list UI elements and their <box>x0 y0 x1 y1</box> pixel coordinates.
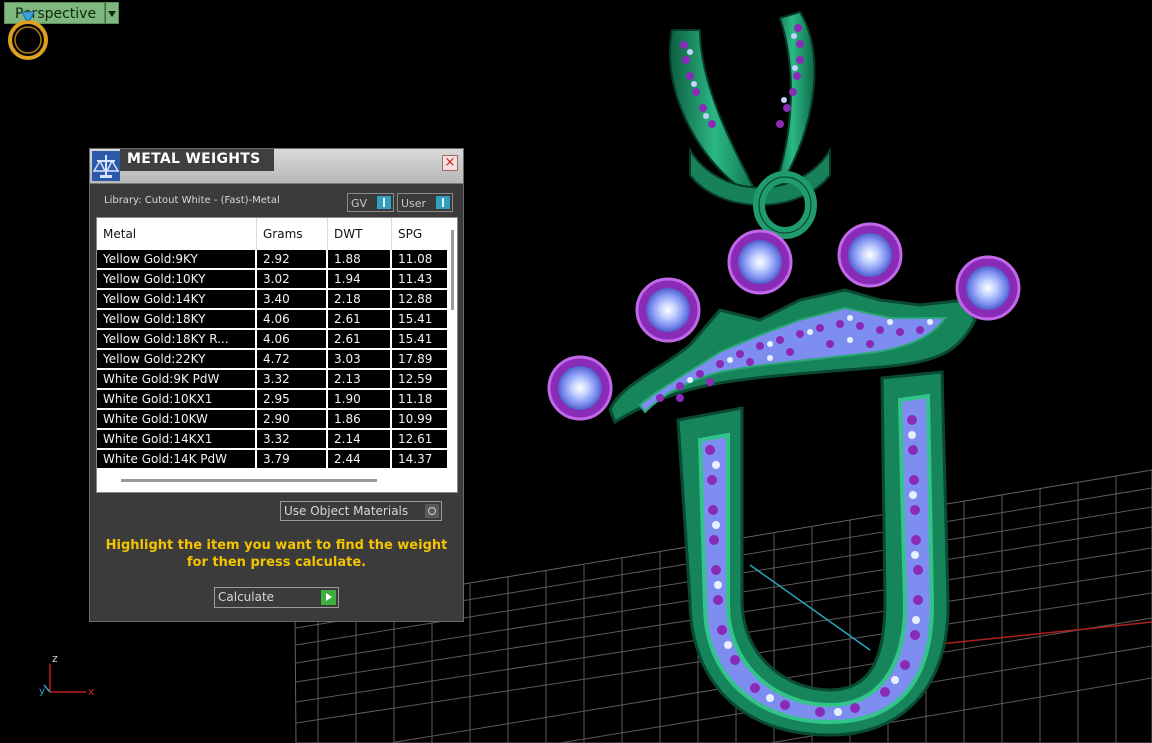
table-row[interactable]: Yellow Gold:18KY R... 4.06 2.61 15.41 <box>97 330 447 348</box>
cell-spg: 11.43 <box>398 272 433 286</box>
cell-dwt: 2.61 <box>328 310 392 328</box>
calculate-button[interactable]: Calculate <box>214 587 339 608</box>
cell-metal: Yellow Gold:22KY <box>97 350 257 368</box>
cell-dwt: 2.61 <box>328 330 392 348</box>
play-arrow-icon[interactable] <box>321 590 336 605</box>
letter-u <box>676 370 950 737</box>
cell-metal: White Gold:10KW <box>97 410 257 428</box>
column-header-spg[interactable]: SPG <box>392 218 447 250</box>
cell-spg: 15.41 <box>398 312 433 326</box>
cell-spg: 11.18 <box>398 392 433 406</box>
user-toggle-switch-icon[interactable] <box>436 196 450 209</box>
calculate-label: Calculate <box>218 590 275 604</box>
cell-metal: Yellow Gold:9KY <box>97 250 257 268</box>
cell-grams: 3.32 <box>257 430 328 448</box>
cell-spg: 10.99 <box>398 412 433 426</box>
user-toggle[interactable]: User <box>397 193 453 212</box>
metal-table[interactable]: Metal Grams DWT SPG Yellow Gold:9KY 2.92 1… <box>96 217 458 493</box>
axis-y-line <box>749 564 871 651</box>
cell-dwt: 2.13 <box>328 370 392 388</box>
vertical-scrollbar[interactable] <box>451 230 454 310</box>
table-row[interactable]: White Gold:14K PdW 3.79 2.44 14.37 <box>97 450 447 468</box>
table-body: Yellow Gold:9KY 2.92 1.88 11.08 Yellow Gold:… <box>97 250 447 470</box>
scale-logo-icon <box>92 151 120 181</box>
cell-spg: 14.37 <box>398 452 433 466</box>
gv-toggle-switch-icon[interactable] <box>377 196 391 209</box>
cell-spg: 12.61 <box>398 432 433 446</box>
cell-metal: White Gold:10KX1 <box>97 390 257 408</box>
cell-metal: White Gold:14KX1 <box>97 430 257 448</box>
cell-dwt: 3.03 <box>328 350 392 368</box>
cell-spg: 17.89 <box>398 352 433 366</box>
cell-dwt: 1.90 <box>328 390 392 408</box>
cell-spg: 12.88 <box>398 292 433 306</box>
table-row[interactable]: Yellow Gold:10KY 3.02 1.94 11.43 <box>97 270 447 288</box>
horizontal-scrollbar[interactable] <box>121 479 377 482</box>
column-header-grams[interactable]: Grams <box>257 218 328 250</box>
cell-grams: 2.90 <box>257 410 328 428</box>
axis-x-label: x <box>88 685 95 698</box>
column-header-metal[interactable]: Metal <box>97 218 257 250</box>
gv-toggle[interactable]: GV <box>347 193 394 212</box>
cell-dwt: 1.86 <box>328 410 392 428</box>
table-row[interactable]: Yellow Gold:14KY 3.40 2.18 12.88 <box>97 290 447 308</box>
cell-metal: Yellow Gold:18KY <box>97 310 257 328</box>
cell-spg: 11.08 <box>398 252 433 266</box>
cell-dwt: 2.18 <box>328 290 392 308</box>
table-row[interactable]: White Gold:14KX1 3.32 2.14 12.61 <box>97 430 447 448</box>
column-header-dwt[interactable]: DWT <box>328 218 392 250</box>
cell-metal: White Gold:9K PdW <box>97 370 257 388</box>
table-row[interactable]: Yellow Gold:18KY 4.06 2.61 15.41 <box>97 310 447 328</box>
table-row[interactable]: Yellow Gold:22KY 4.72 3.03 17.89 <box>97 350 447 368</box>
cell-grams: 3.02 <box>257 270 328 288</box>
cell-spg: 12.59 <box>398 372 433 386</box>
cell-metal: Yellow Gold:10KY <box>97 270 257 288</box>
cell-metal: Yellow Gold:14KY <box>97 290 257 308</box>
table-row[interactable]: White Gold:10KW 2.90 1.86 10.99 <box>97 410 447 428</box>
user-toggle-label: User <box>401 197 427 210</box>
table-row[interactable]: White Gold:10KX1 2.95 1.90 11.18 <box>97 390 447 408</box>
axis-y-label: y <box>39 686 45 697</box>
cell-grams: 4.06 <box>257 310 328 328</box>
cell-dwt: 1.88 <box>328 250 392 268</box>
axis-gizmo: z x y <box>39 652 95 698</box>
use-object-materials-label: Use Object Materials <box>284 504 409 518</box>
cell-grams: 4.72 <box>257 350 328 368</box>
cell-metal: Yellow Gold:18KY R... <box>97 330 257 348</box>
view-dropdown-icon[interactable] <box>105 2 120 24</box>
axis-x-line <box>929 621 1152 646</box>
axis-z-label: z <box>52 652 58 665</box>
pendant-bail <box>668 10 831 206</box>
dialog-title-bar[interactable]: METAL WEIGHTS × <box>90 149 463 184</box>
table-row[interactable]: Yellow Gold:9KY 2.92 1.88 11.08 <box>97 250 447 268</box>
instruction-line-2: for then press calculate. <box>186 555 367 570</box>
close-icon[interactable]: × <box>442 155 458 171</box>
instruction-line-1: Highlight the item you want to find the … <box>105 538 448 553</box>
cell-spg: 15.41 <box>398 332 433 346</box>
cell-grams: 2.95 <box>257 390 328 408</box>
ring-icon[interactable] <box>0 0 56 64</box>
instruction-text: Highlight the item you want to find the … <box>90 537 463 571</box>
dialog-title: METAL WEIGHTS <box>127 151 261 167</box>
gv-toggle-label: GV <box>351 197 368 210</box>
cell-dwt: 2.44 <box>328 450 392 468</box>
cell-grams: 3.40 <box>257 290 328 308</box>
cell-dwt: 1.94 <box>328 270 392 288</box>
cell-grams: 3.32 <box>257 370 328 388</box>
use-object-materials-dropdown[interactable]: Use Object Materials <box>280 501 442 521</box>
cell-dwt: 2.14 <box>328 430 392 448</box>
cell-metal: White Gold:14K PdW <box>97 450 257 468</box>
cell-grams: 4.06 <box>257 330 328 348</box>
library-label: Library: Cutout White - (Fast)-Metal <box>104 195 280 206</box>
table-header: Metal Grams DWT SPG <box>97 218 457 250</box>
cell-grams: 2.92 <box>257 250 328 268</box>
cell-grams: 3.79 <box>257 450 328 468</box>
radio-toggle-icon[interactable] <box>425 504 439 518</box>
metal-weights-dialog: METAL WEIGHTS × Library: Cutout White - … <box>89 148 464 622</box>
table-row[interactable]: White Gold:9K PdW 3.32 2.13 12.59 <box>97 370 447 388</box>
